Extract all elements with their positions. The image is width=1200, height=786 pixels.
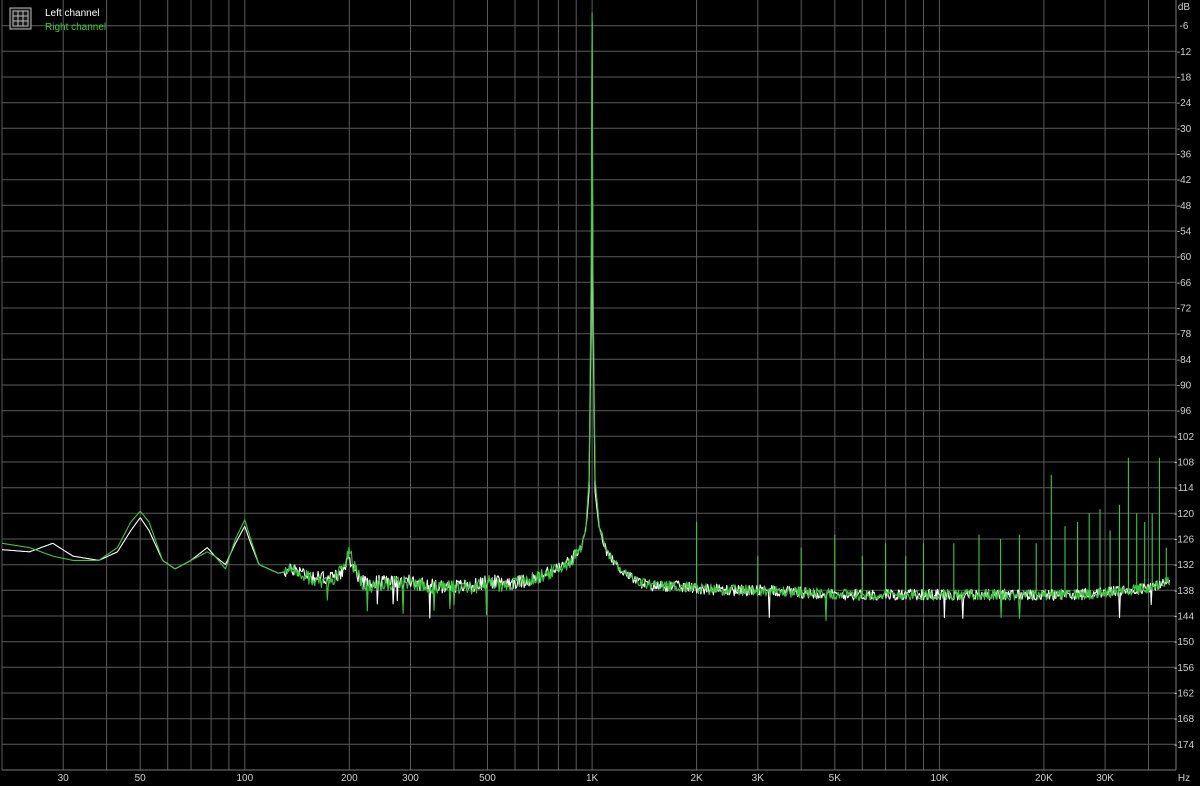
y-tick-label: -126 — [1174, 535, 1194, 546]
y-tick-label: -132 — [1174, 560, 1194, 571]
y-tick-label: -36 — [1177, 150, 1192, 161]
x-tick-label: 50 — [135, 773, 147, 784]
y-tick-label: -102 — [1174, 432, 1194, 443]
y-tick-label: -120 — [1174, 509, 1194, 520]
y-tick-label: -54 — [1177, 227, 1192, 238]
legend-icon[interactable] — [9, 7, 32, 30]
y-tick-label: -90 — [1177, 381, 1192, 392]
spectrum-chart: -6 -12 -18 -24 -30 -36 -42 -48 -54 -60 -66 -72 -78 -8… — [0, 0, 1200, 786]
y-tick-label: -6 — [1180, 21, 1189, 32]
x-tick-label: 20K — [1035, 773, 1053, 784]
y-tick-label: -114 — [1174, 483, 1194, 494]
y-tick-label: -84 — [1177, 355, 1192, 366]
y-tick-label: -174 — [1174, 740, 1194, 751]
y-tick-label: -18 — [1177, 73, 1192, 84]
y-tick-label: -108 — [1174, 458, 1194, 469]
y-tick-label: -168 — [1174, 714, 1194, 725]
y-unit-label: dB — [1178, 2, 1191, 13]
y-tick-label: -66 — [1177, 278, 1192, 289]
y-tick-label: -12 — [1177, 47, 1192, 58]
x-tick-label: 500 — [479, 773, 496, 784]
x-tick-label: 300 — [402, 773, 419, 784]
y-tick-label: -138 — [1174, 586, 1194, 597]
plot-background — [0, 0, 1200, 786]
x-tick-label: 200 — [341, 773, 358, 784]
x-tick-label: 2K — [690, 773, 703, 784]
x-tick-label: 30K — [1096, 773, 1114, 784]
legend-left-channel: Left channel — [45, 8, 100, 19]
y-tick-label: -150 — [1174, 637, 1194, 648]
y-tick-label: -42 — [1177, 175, 1192, 186]
x-tick-label: 10K — [931, 773, 949, 784]
y-tick-label: -96 — [1177, 406, 1192, 417]
x-tick-label: 1K — [586, 773, 599, 784]
y-tick-label: -72 — [1177, 304, 1192, 315]
x-tick-label: 30 — [58, 773, 70, 784]
y-tick-label: -30 — [1177, 124, 1192, 135]
x-tick-label: 5K — [829, 773, 842, 784]
y-tick-label: -162 — [1174, 689, 1194, 700]
y-tick-label: -78 — [1177, 329, 1192, 340]
x-tick-label: 3K — [752, 773, 765, 784]
x-tick-label: 100 — [236, 773, 253, 784]
y-tick-label: -144 — [1174, 612, 1194, 623]
y-tick-label: -48 — [1177, 201, 1192, 212]
legend-right-channel: Right channel — [45, 22, 106, 33]
y-tick-label: -24 — [1177, 98, 1192, 109]
y-tick-label: -156 — [1174, 663, 1194, 674]
x-unit-label: Hz — [1178, 773, 1190, 784]
y-tick-label: -60 — [1177, 252, 1192, 263]
